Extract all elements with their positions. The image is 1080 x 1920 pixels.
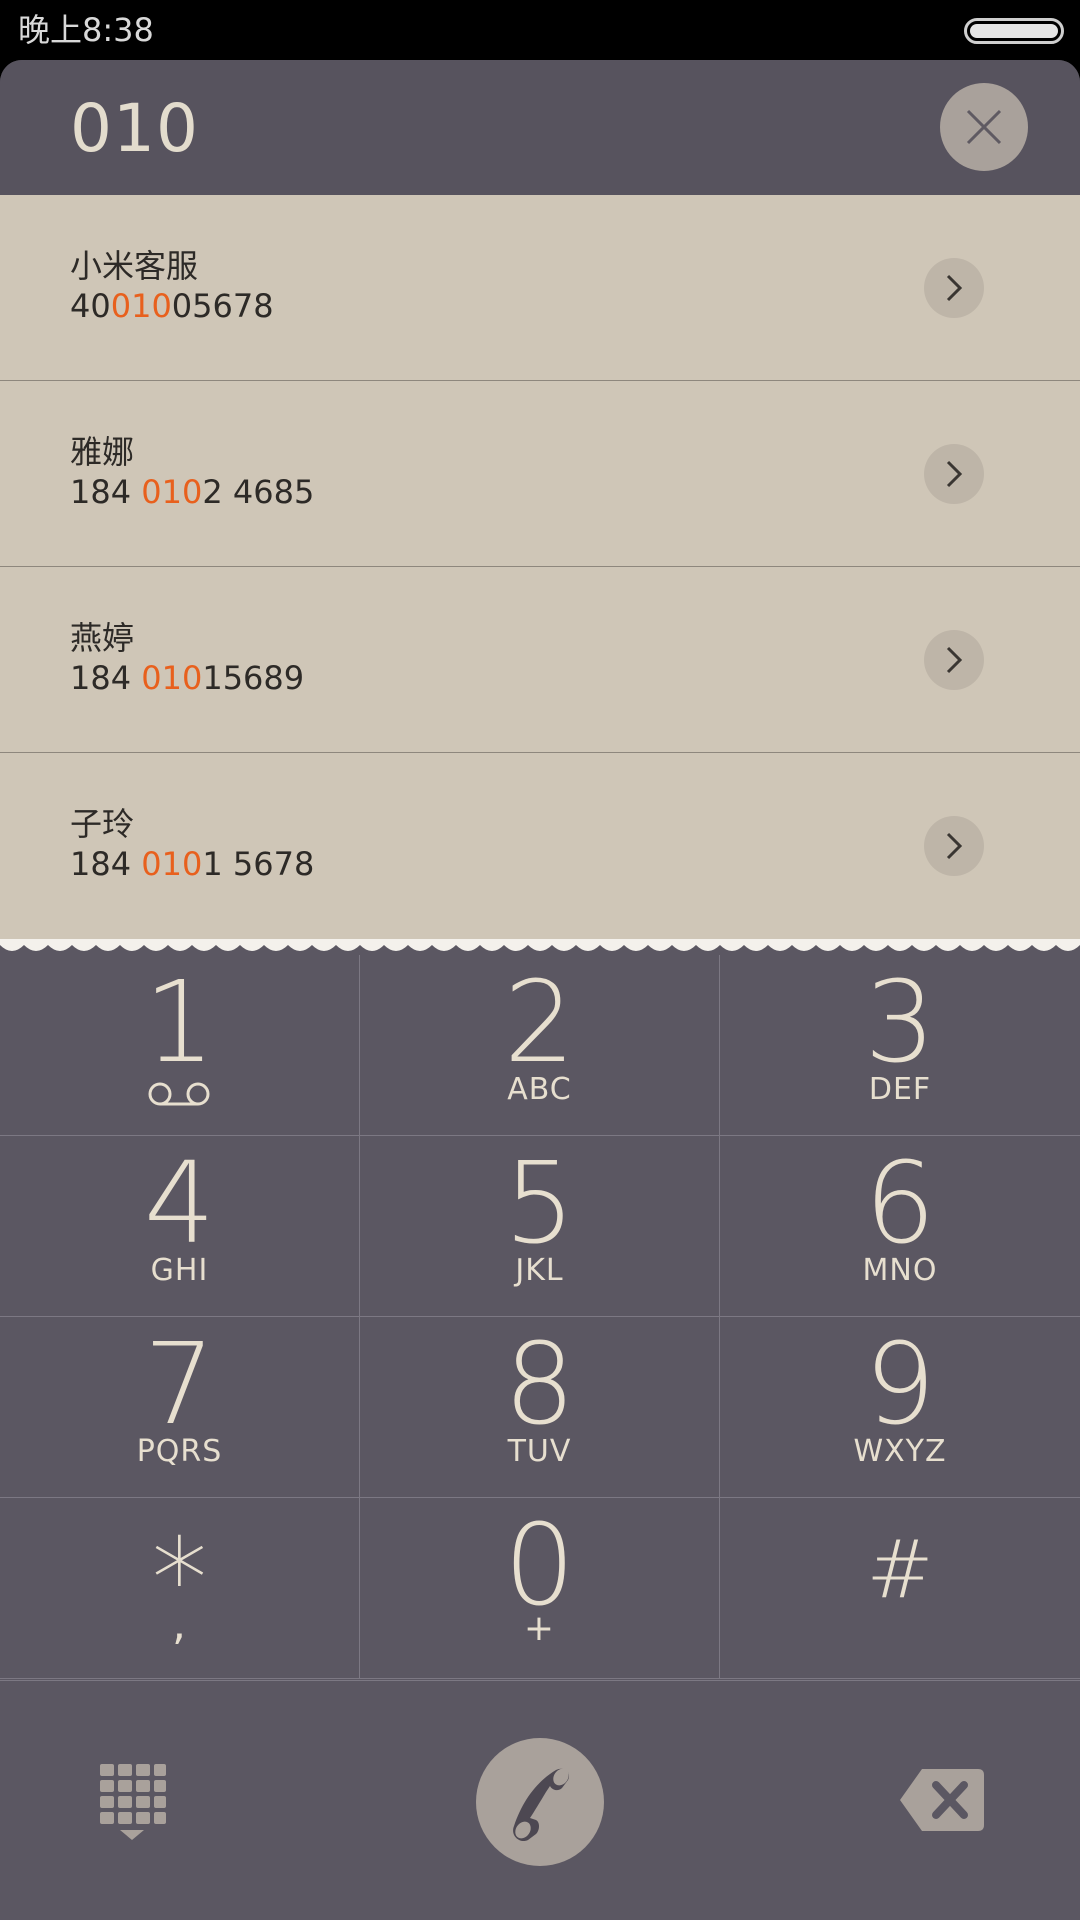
dialed-number: 010 (70, 90, 199, 167)
contact-name: 子玲 (70, 805, 135, 843)
contact-row[interactable]: 小米客服 4001005678 (0, 195, 1080, 381)
key-3[interactable]: 3 DEF (720, 955, 1080, 1136)
dialpad-icon[interactable] (98, 1762, 168, 1842)
contact-name: 燕婷 (70, 619, 135, 657)
contact-number: 4001005678 (70, 287, 274, 325)
chevron-right-icon (946, 646, 963, 674)
backspace-icon[interactable] (898, 1767, 986, 1833)
call-button[interactable] (476, 1738, 604, 1866)
contact-name: 雅娜 (70, 433, 135, 471)
contact-row[interactable]: 雅娜 184 0102 4685 (0, 381, 1080, 567)
key-star[interactable]: * , (0, 1498, 360, 1679)
key-2[interactable]: 2 ABC (360, 955, 720, 1136)
close-icon (966, 109, 1002, 145)
key-hash[interactable]: # (720, 1498, 1080, 1679)
search-results: 小米客服 4001005678 雅娜 184 0102 4685 燕婷 184 … (0, 195, 1080, 939)
battery-icon (964, 18, 1064, 44)
status-time: 晚上8:38 (18, 11, 154, 49)
contact-row[interactable]: 燕婷 184 01015689 (0, 567, 1080, 753)
contact-detail-button[interactable] (924, 816, 984, 876)
contact-number: 184 0101 5678 (70, 845, 315, 883)
dialer-header: 010 (0, 60, 1080, 195)
contact-name: 小米客服 (70, 247, 199, 285)
key-9[interactable]: 9 WXYZ (720, 1317, 1080, 1498)
chevron-right-icon (946, 832, 963, 860)
key-1[interactable]: 1 (0, 955, 360, 1136)
action-bar (0, 1680, 1080, 1920)
key-6[interactable]: 6 MNO (720, 1136, 1080, 1317)
status-bar: 晚上8:38 (0, 0, 1080, 60)
contact-detail-button[interactable] (924, 444, 984, 504)
contact-detail-button[interactable] (924, 630, 984, 690)
dialer-app: 010 小米客服 4001005678 雅娜 184 0102 4685 燕婷 … (0, 60, 1080, 1920)
voicemail-icon (148, 1082, 210, 1106)
clear-input-button[interactable] (940, 83, 1028, 171)
key-5[interactable]: 5 JKL (360, 1136, 720, 1317)
key-7[interactable]: 7 PQRS (0, 1317, 360, 1498)
contact-row[interactable]: 子玲 184 0101 5678 (0, 753, 1080, 939)
keypad: 1 2 ABC 3 DEF 4 GHI 5 JKL 6 MNO 7 PQRS 8… (0, 955, 1080, 1679)
chevron-right-icon (946, 460, 963, 488)
contact-number: 184 01015689 (70, 659, 305, 697)
chevron-right-icon (946, 274, 963, 302)
contact-number: 184 0102 4685 (70, 473, 315, 511)
contact-detail-button[interactable] (924, 258, 984, 318)
key-0[interactable]: 0 + (360, 1498, 720, 1679)
key-8[interactable]: 8 TUV (360, 1317, 720, 1498)
phone-icon (513, 1768, 570, 1842)
key-4[interactable]: 4 GHI (0, 1136, 360, 1317)
